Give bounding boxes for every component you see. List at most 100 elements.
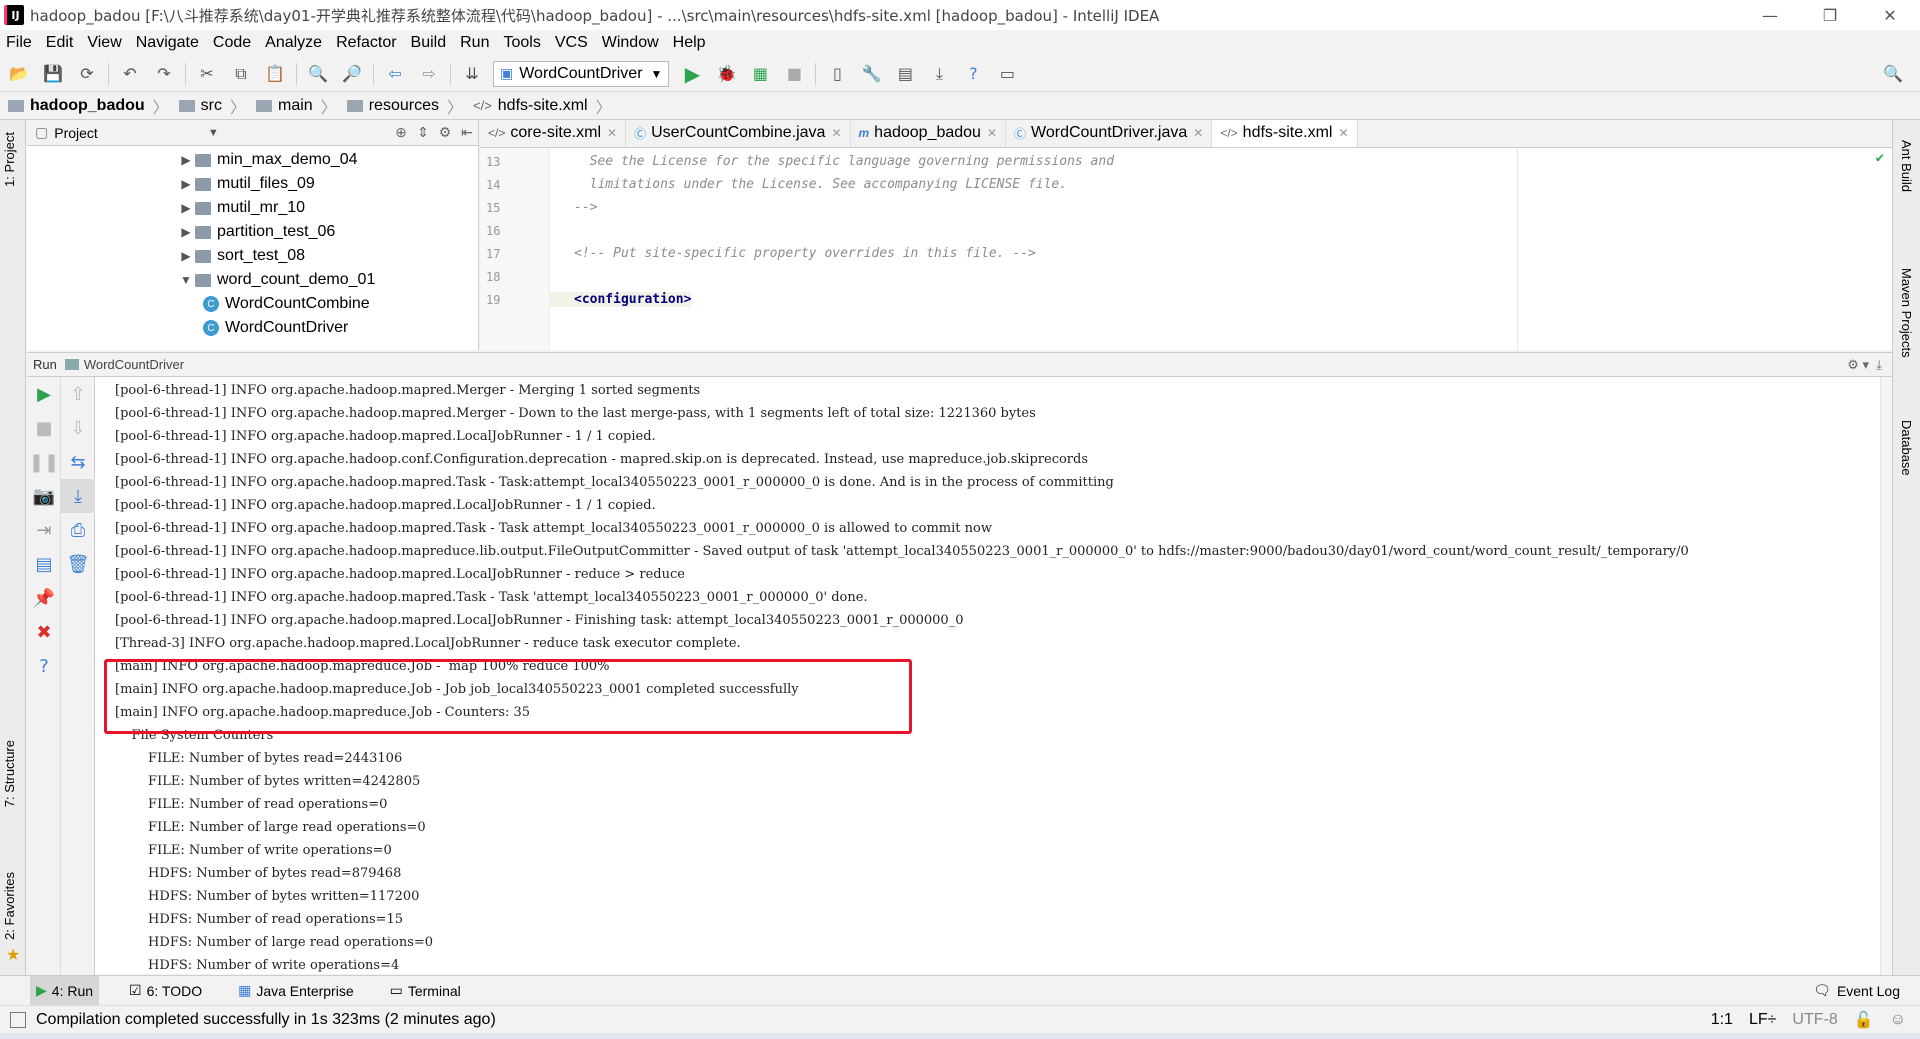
code-editor[interactable]: 13 See the License for the specific lang… bbox=[480, 148, 1892, 350]
close-window-button[interactable]: ✕ bbox=[1860, 0, 1920, 30]
menu-refactor[interactable]: Refactor bbox=[336, 34, 396, 52]
trash-icon[interactable]: 🗑 bbox=[61, 547, 95, 581]
tab-word-count-driver[interactable]: Ⓒ WordCountDriver.java ✕ bbox=[1006, 120, 1213, 147]
settings-icon[interactable]: 🔧 bbox=[858, 61, 884, 87]
database-tool-tab[interactable]: Database bbox=[1899, 420, 1914, 476]
chevron-down-icon[interactable]: ▼ bbox=[177, 273, 195, 287]
menu-code[interactable]: Code bbox=[213, 34, 251, 52]
tree-item-partition-test[interactable]: ▶ partition_test_06 bbox=[177, 220, 478, 244]
breadcrumb-resources[interactable]: resources 〉 bbox=[346, 94, 463, 118]
arrow-down-icon[interactable]: ⇩ bbox=[61, 411, 95, 445]
tree-item-min-max-demo[interactable]: ▶ min_max_demo_04 bbox=[177, 148, 478, 172]
back-icon[interactable]: ⇦ bbox=[382, 61, 408, 87]
tab-user-count-combine[interactable]: Ⓒ UserCountCombine.java ✕ bbox=[626, 120, 851, 147]
tree-item-mutil-files[interactable]: ▶ mutil_files_09 bbox=[177, 172, 478, 196]
console-scrollbar[interactable] bbox=[1880, 377, 1892, 975]
restore-button[interactable]: ❐ bbox=[1800, 0, 1860, 30]
tree-item-word-count-driver[interactable]: C WordCountDriver bbox=[177, 316, 478, 340]
tree-item-word-count-combine[interactable]: C WordCountCombine bbox=[177, 292, 478, 316]
close-icon[interactable]: ✕ bbox=[831, 126, 841, 140]
gear-icon[interactable]: ⚙ ▾ ⤓ bbox=[1847, 357, 1882, 373]
pause-icon[interactable]: ❚❚ bbox=[27, 445, 61, 479]
file-encoding[interactable]: UTF-8 bbox=[1792, 1011, 1837, 1029]
structure-tool-tab[interactable]: 7: Structure bbox=[2, 740, 17, 807]
run-config-select[interactable]: ▣ WordCountDriver ▼ bbox=[493, 60, 670, 87]
project-tool-tab[interactable]: 1: Project bbox=[2, 132, 17, 187]
open-folder-icon[interactable]: 📂 bbox=[6, 61, 32, 87]
caret-position[interactable]: 1:1 bbox=[1711, 1011, 1733, 1029]
tree-item-mutil-mr[interactable]: ▶ mutil_mr_10 bbox=[177, 196, 478, 220]
build-project-icon[interactable]: ⇊ bbox=[459, 61, 485, 87]
scroll-to-end-icon[interactable]: ⤓ bbox=[61, 479, 95, 513]
favorites-tool-tab[interactable]: 2: Favorites bbox=[2, 872, 17, 940]
close-icon[interactable]: ✕ bbox=[607, 126, 617, 140]
layout-icon[interactable]: ▤ bbox=[27, 547, 61, 581]
lock-icon[interactable]: 🔓 bbox=[1854, 1010, 1874, 1030]
chevron-right-icon[interactable]: ▶ bbox=[177, 153, 195, 167]
download-icon[interactable]: ⤓ bbox=[926, 61, 952, 87]
chevron-right-icon[interactable]: ▶ bbox=[177, 225, 195, 239]
vcs-icon[interactable]: ▯ bbox=[824, 61, 850, 87]
sync-icon[interactable]: ⟳ bbox=[74, 61, 100, 87]
tab-core-site-xml[interactable]: </> core-site.xml ✕ bbox=[480, 120, 627, 147]
menu-analyze[interactable]: Analyze bbox=[265, 34, 322, 52]
minimize-button[interactable]: — bbox=[1740, 0, 1800, 30]
tab-run[interactable]: ▶ 4: Run bbox=[30, 975, 100, 1006]
collapse-all-icon[interactable]: ⇕ bbox=[412, 124, 434, 141]
run-icon[interactable]: ▶ bbox=[679, 61, 705, 87]
gear-icon[interactable]: ⚙ bbox=[434, 124, 456, 141]
save-icon[interactable]: 💾 bbox=[40, 61, 66, 87]
chevron-right-icon[interactable]: ▶ bbox=[177, 201, 195, 215]
run-config-tab[interactable]: WordCountDriver bbox=[64, 357, 184, 372]
soft-wrap-icon[interactable]: ⇆ bbox=[61, 445, 95, 479]
locate-icon[interactable]: ⊕ bbox=[390, 124, 412, 141]
close-icon[interactable]: ✕ bbox=[1338, 126, 1348, 140]
debug-icon[interactable]: 🐞 bbox=[713, 61, 739, 87]
project-structure-icon[interactable]: ▤ bbox=[892, 61, 918, 87]
undo-icon[interactable]: ↶ bbox=[117, 61, 143, 87]
breadcrumb-main[interactable]: main 〉 bbox=[256, 94, 337, 118]
tab-hadoop-badou[interactable]: m hadoop_badou ✕ bbox=[851, 120, 1007, 147]
breadcrumb-file[interactable]: </> hdfs-site.xml 〉 bbox=[473, 94, 612, 118]
replace-icon[interactable]: 🔎 bbox=[339, 61, 365, 87]
close-icon[interactable]: ✕ bbox=[1193, 126, 1203, 140]
copy-icon[interactable]: ⧉ bbox=[228, 61, 254, 87]
tab-terminal[interactable]: ▭ Terminal bbox=[384, 976, 467, 1006]
menu-tools[interactable]: Tools bbox=[503, 34, 540, 52]
menu-help[interactable]: Help bbox=[673, 34, 706, 52]
exit-icon[interactable]: ⇥ bbox=[27, 513, 61, 547]
search-everywhere-icon[interactable]: 🔍 bbox=[1880, 61, 1906, 87]
redo-icon[interactable]: ↷ bbox=[151, 61, 177, 87]
coverage-icon[interactable]: ▦ bbox=[747, 61, 773, 87]
menu-edit[interactable]: Edit bbox=[46, 34, 74, 52]
tree-item-word-count-demo[interactable]: ▼ word_count_demo_01 bbox=[177, 268, 478, 292]
menu-view[interactable]: View bbox=[87, 34, 121, 52]
close-icon[interactable]: ✖ bbox=[27, 615, 61, 649]
find-icon[interactable]: 🔍 bbox=[305, 61, 331, 87]
hide-panel-icon[interactable]: ⇤ bbox=[456, 124, 478, 141]
menu-file[interactable]: File bbox=[6, 34, 32, 52]
breadcrumb-project[interactable]: hadoop_badou 〉 bbox=[8, 94, 169, 118]
arrow-up-icon[interactable]: ⇧ bbox=[61, 377, 95, 411]
close-icon[interactable]: ✕ bbox=[987, 126, 997, 140]
menu-navigate[interactable]: Navigate bbox=[136, 34, 199, 52]
tab-java-enterprise[interactable]: ▦ Java Enterprise bbox=[232, 976, 360, 1006]
line-separator[interactable]: LF÷ bbox=[1749, 1011, 1776, 1029]
event-log-button[interactable]: 🗨 Event Log bbox=[1813, 982, 1900, 999]
breadcrumb-src[interactable]: src 〉 bbox=[178, 94, 246, 118]
stop-icon[interactable]: ■ bbox=[781, 61, 807, 87]
camera-icon[interactable]: 📷 bbox=[27, 479, 61, 513]
paste-icon[interactable]: 📋 bbox=[262, 61, 288, 87]
chevron-right-icon[interactable]: ▶ bbox=[177, 177, 195, 191]
chevron-right-icon[interactable]: ▶ bbox=[177, 249, 195, 263]
rerun-icon[interactable]: ▶ bbox=[27, 377, 61, 411]
forward-icon[interactable]: ⇨ bbox=[416, 61, 442, 87]
menu-build[interactable]: Build bbox=[411, 34, 447, 52]
menu-window[interactable]: Window bbox=[602, 34, 659, 52]
print-icon[interactable]: ⎙ bbox=[61, 513, 95, 547]
tree-item-sort-test[interactable]: ▶ sort_test_08 bbox=[177, 244, 478, 268]
menu-run[interactable]: Run bbox=[460, 34, 489, 52]
project-panel-title[interactable]: Project bbox=[54, 125, 98, 141]
stop-icon[interactable]: ■ bbox=[27, 411, 61, 445]
terminal-toolbar-icon[interactable]: ▭ bbox=[994, 61, 1020, 87]
